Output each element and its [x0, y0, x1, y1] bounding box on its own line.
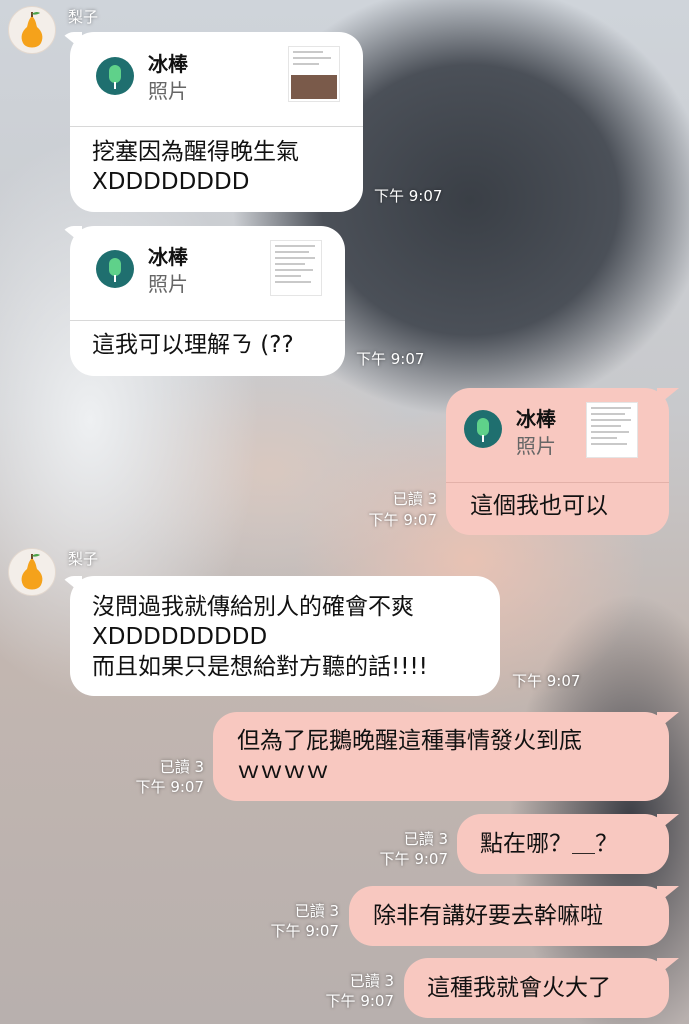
- popsicle-icon: [109, 258, 121, 282]
- incoming-message[interactable]: 冰棒 照片 挖塞因為醒得晚生氣 XDDDDDDDD: [70, 32, 363, 212]
- card-app-logo: [464, 410, 502, 448]
- message-text: 沒問過我就傳給別人的確會不爽 XDDDDDDDDD 而且如果只是想給對方聽的話!…: [92, 594, 428, 680]
- popsicle-icon: [477, 418, 489, 442]
- message-time: 下午 9:07: [356, 350, 425, 368]
- message-text: 除非有講好要去幹嘛啦: [373, 903, 603, 929]
- outgoing-message[interactable]: 點在哪？＿？: [457, 814, 669, 874]
- card-title: 冰棒: [516, 407, 556, 431]
- pear-icon: [21, 12, 43, 48]
- incoming-message[interactable]: 冰棒 照片 這我可以理解ㄋ (??: [70, 226, 345, 376]
- read-receipt: 已讀 3: [159, 758, 204, 776]
- incoming-message[interactable]: 沒問過我就傳給別人的確會不爽 XDDDDDDDDD 而且如果只是想給對方聽的話!…: [70, 576, 500, 696]
- outgoing-message[interactable]: 但為了屁鵝晚醒這種事情發火到底 ｗｗｗｗ: [213, 712, 669, 801]
- shared-photo-card[interactable]: 冰棒 照片: [70, 226, 345, 321]
- message-text: 挖塞因為醒得晚生氣 XDDDDDDDD: [92, 139, 299, 195]
- outgoing-message[interactable]: 冰棒 照片 這個我也可以: [446, 388, 669, 535]
- message-text: 點在哪？＿？: [480, 831, 618, 857]
- message-time: 下午 9:07: [374, 187, 443, 205]
- message-time: 下午 9:07: [135, 778, 204, 796]
- message-text: 這我可以理解ㄋ (??: [92, 332, 294, 358]
- message-time: 下午 9:07: [512, 672, 581, 690]
- card-subtitle: 照片: [148, 79, 188, 103]
- card-thumbnail: [586, 402, 638, 458]
- contact-avatar[interactable]: [8, 6, 56, 54]
- outgoing-message[interactable]: 除非有講好要去幹嘛啦: [349, 886, 669, 946]
- message-time: 下午 9:07: [368, 511, 437, 529]
- card-app-logo: [96, 250, 134, 288]
- read-receipt: 已讀 3: [294, 902, 339, 920]
- outgoing-message[interactable]: 這種我就會火大了: [404, 958, 669, 1018]
- sender-name: 梨子: [68, 550, 99, 568]
- card-title: 冰棒: [148, 52, 188, 76]
- message-time: 下午 9:07: [270, 922, 339, 940]
- card-thumbnail: [288, 46, 340, 102]
- read-receipt: 已讀 3: [392, 490, 437, 508]
- read-receipt: 已讀 3: [349, 972, 394, 990]
- message-text: 但為了屁鵝晚醒這種事情發火到底 ｗｗｗｗ: [237, 728, 582, 784]
- message-text: 這個我也可以: [470, 493, 608, 519]
- message-text: 這種我就會火大了: [427, 975, 611, 1001]
- card-app-logo: [96, 57, 134, 95]
- shared-photo-card[interactable]: 冰棒 照片: [70, 32, 363, 127]
- card-subtitle: 照片: [516, 434, 556, 458]
- card-subtitle: 照片: [148, 272, 188, 296]
- read-receipt: 已讀 3: [403, 830, 448, 848]
- pear-icon: [21, 554, 43, 590]
- shared-photo-card[interactable]: 冰棒 照片: [446, 388, 669, 483]
- popsicle-icon: [109, 65, 121, 89]
- message-time: 下午 9:07: [379, 850, 448, 868]
- sender-name: 梨子: [68, 8, 99, 26]
- card-thumbnail: [270, 240, 322, 296]
- card-title: 冰棒: [148, 245, 188, 269]
- contact-avatar[interactable]: [8, 548, 56, 596]
- message-time: 下午 9:07: [325, 992, 394, 1010]
